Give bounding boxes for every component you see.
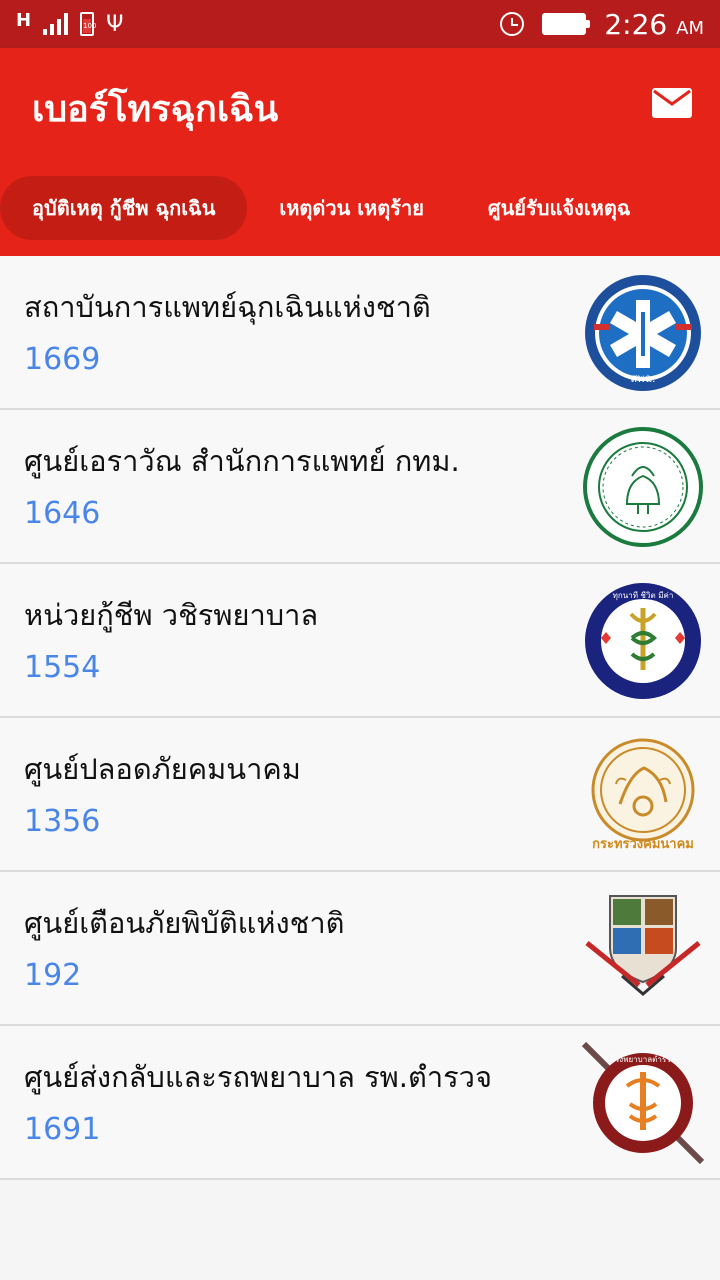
disaster-warning-logo [585,895,701,996]
contact-number: 1554 [24,650,101,685]
contact-number: 192 [24,958,82,993]
logo-text: โรงพยาบาลตำรวจ [611,1054,676,1064]
network-type: H [16,9,32,31]
contact-name: ศูนย์ส่งกลับและรถพยาบาล รพ.ตำรวจ [24,1060,492,1094]
tab-urgent-incident[interactable]: เหตุด่วน เหตุร้าย [247,176,456,240]
list-item[interactable]: ศูนย์เอราวัณ สำนักการแพทย์ กทม. 1646 [0,410,720,564]
logo-text: กระทรวงคมนาคม [592,837,694,852]
alarm-icon [500,12,525,36]
status-left: H 100 Ψ [16,9,124,37]
contact-list: สถาบันการแพทย์ฉุกเฉินแห่งชาติ 1669 สพฉ. … [0,256,720,1180]
contact-number: 1669 [24,342,101,377]
logo-text: ทุกนาที ชีวิต มีค่า [613,591,674,600]
tab-report-center[interactable]: ศูนย์รับแจ้งเหตุฉ [456,176,663,240]
contact-name: ศูนย์เอราวัณ สำนักการแพทย์ กทม. [24,444,460,478]
usb-icon: Ψ [106,11,124,37]
ems-institute-logo: สพฉ. [585,275,701,391]
list-item[interactable]: ศูนย์ปลอดภัยคมนาคม 1356 กระทรวงคมนาคม [0,718,720,872]
tab-accident-rescue-emergency[interactable]: อุบัติเหตุ กู้ชีพ ฉุกเฉิน [0,176,248,240]
battery-icon [542,13,591,35]
tab-bar: อุบัติเหตุ กู้ชีพ ฉุกเฉิน เหตุด่วน เหตุร… [0,176,720,240]
mail-icon[interactable] [652,88,692,118]
signal-icon [43,13,69,35]
erawan-center-logo [583,427,703,547]
vajira-rescue-logo: ทุกนาที ชีวิต มีค่า [585,583,701,699]
status-bar: H 100 Ψ 2:26 AM [0,0,720,48]
battery-saver-icon: 100 [80,12,96,36]
contact-name: สถาบันการแพทย์ฉุกเฉินแห่งชาติ [24,290,431,324]
app-title: เบอร์โทรฉุกเฉิน [32,89,279,130]
contact-name: ศูนย์เตือนภัยพิบัติแห่งชาติ [24,906,345,940]
app-bar: เบอร์โทรฉุกเฉิน อุบัติเหตุ กู้ชีพ ฉุกเฉิ… [0,48,720,256]
status-clock: 2:26 AM [604,7,704,41]
list-item[interactable]: หน่วยกู้ชีพ วชิรพยาบาล 1554 ทุกนาที ชีวิ… [0,564,720,718]
police-hospital-logo: โรงพยาบาลตำรวจ [582,1042,704,1164]
list-item[interactable]: สถาบันการแพทย์ฉุกเฉินแห่งชาติ 1669 สพฉ. [0,256,720,410]
contact-number: 1646 [24,496,101,531]
logo-text: สพฉ. [631,372,656,385]
contact-name: ศูนย์ปลอดภัยคมนาคม [24,752,301,786]
contact-number: 1356 [24,804,101,839]
status-right: 2:26 AM [500,8,704,41]
contact-name: หน่วยกู้ชีพ วชิรพยาบาล [24,598,319,632]
list-item[interactable]: ศูนย์ส่งกลับและรถพยาบาล รพ.ตำรวจ 1691 โร… [0,1026,720,1180]
list-item[interactable]: ศูนย์เตือนภัยพิบัติแห่งชาติ 192 [0,872,720,1026]
transport-ministry-logo: กระทรวงคมนาคม [591,738,695,852]
contact-number: 1691 [24,1112,101,1147]
